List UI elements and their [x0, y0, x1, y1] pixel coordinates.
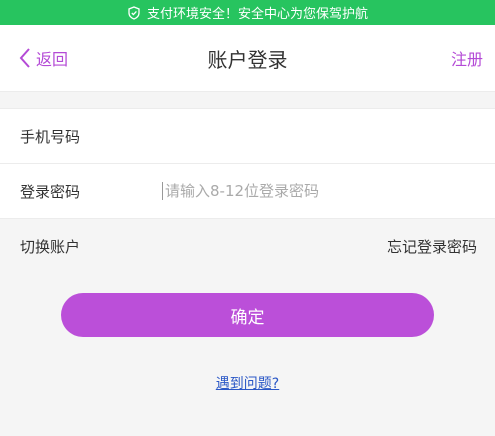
password-input[interactable]	[165, 182, 495, 200]
security-banner: 支付环境安全！安全中心为您保驾护航	[0, 0, 495, 25]
phone-label: 手机号码	[20, 127, 81, 146]
phone-input[interactable]	[162, 127, 495, 145]
login-form: 手机号码 登录密码	[0, 108, 495, 219]
shield-icon	[128, 5, 140, 20]
forgot-password-link[interactable]: 忘记登录密码	[387, 236, 477, 257]
text-cursor	[162, 182, 163, 200]
password-label: 登录密码	[20, 182, 81, 201]
register-button[interactable]: 注册	[451, 25, 483, 91]
phone-row: 手机号码	[0, 109, 495, 163]
password-row: 登录密码	[0, 163, 495, 218]
page-title: 账户登录	[207, 47, 288, 72]
navbar: 返回 账户登录 注册	[0, 25, 495, 92]
help-link[interactable]: 遇到问题?	[216, 376, 279, 392]
help-section: 遇到问题?	[0, 373, 495, 393]
back-button[interactable]: 返回	[18, 25, 68, 91]
back-label: 返回	[36, 50, 69, 69]
account-links: 切换账户 忘记登录密码	[0, 219, 495, 273]
banner-text: 支付环境安全！安全中心为您保驾护航	[146, 7, 368, 22]
switch-account-link[interactable]: 切换账户	[20, 236, 80, 257]
chevron-left-icon	[19, 48, 30, 68]
confirm-button[interactable]: 确定	[61, 293, 434, 337]
